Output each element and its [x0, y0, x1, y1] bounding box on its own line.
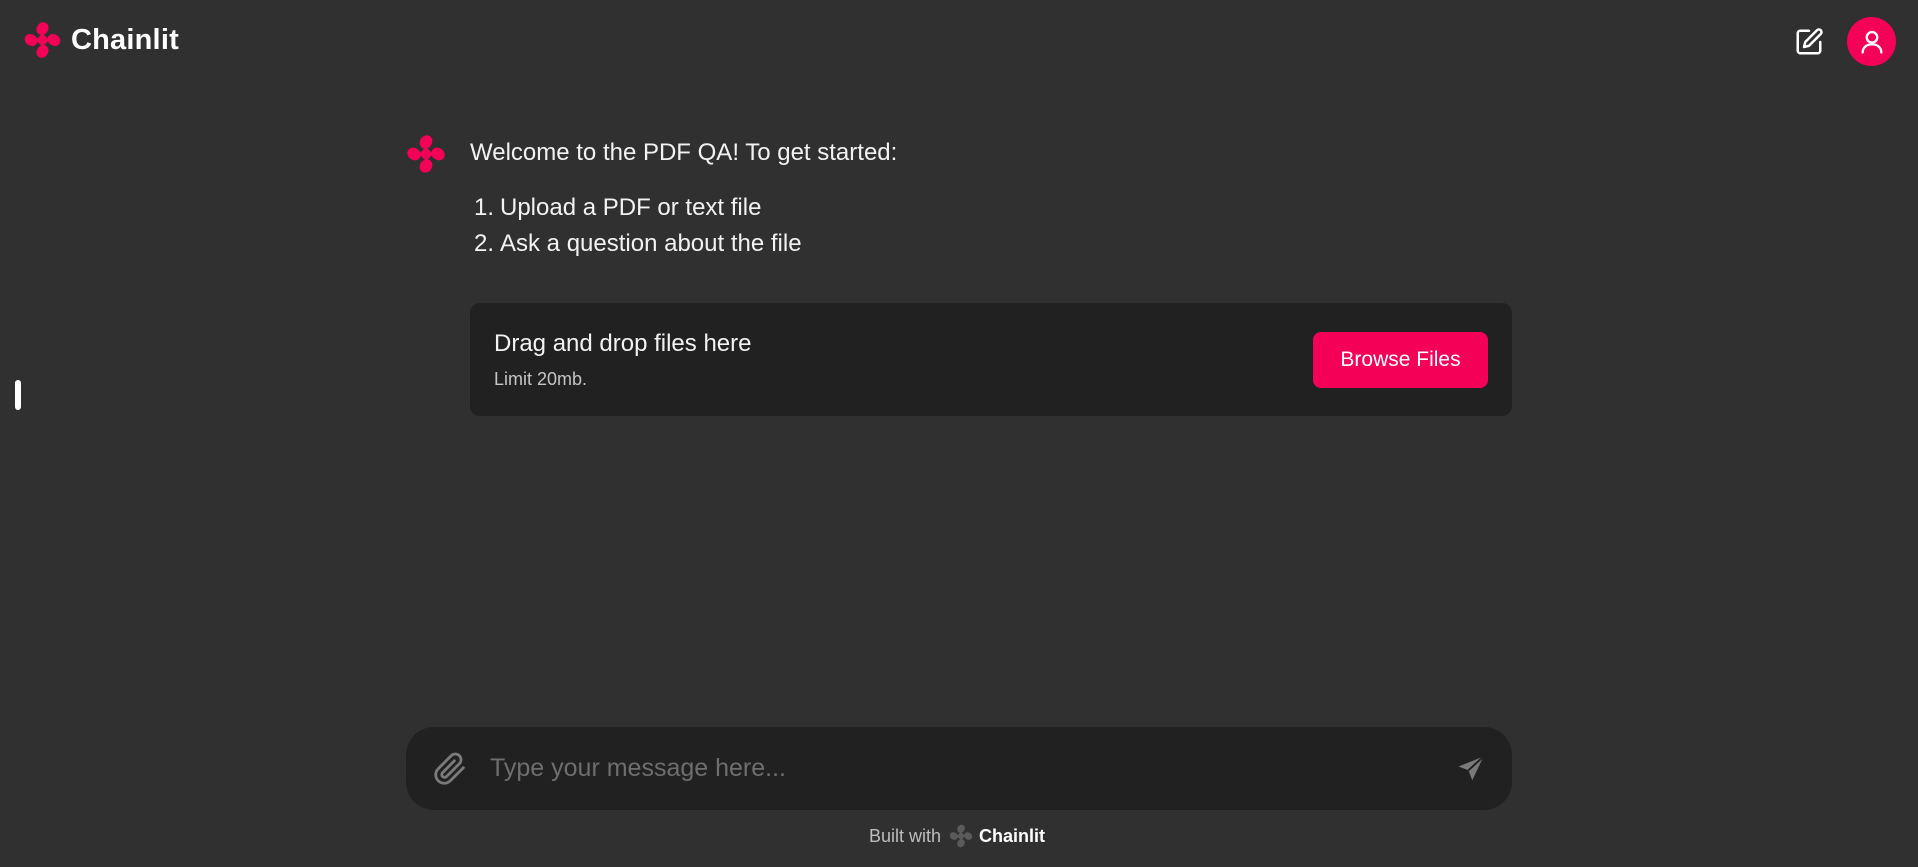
send-button[interactable]: [1452, 750, 1490, 788]
list-item-number: 1.: [473, 194, 494, 221]
list-item-number: 2.: [473, 230, 494, 257]
built-with-text: Built with: [869, 825, 942, 846]
paperclip-icon: [434, 752, 465, 785]
list-item-text: Ask a question about the file: [500, 230, 802, 257]
brand: Chainlit: [23, 21, 179, 59]
new-chat-button[interactable]: [1792, 25, 1826, 59]
user-icon: [1861, 30, 1882, 54]
dropzone-limit: Limit 20mb.: [494, 369, 588, 389]
list-item-text: Upload a PDF or text file: [500, 194, 762, 221]
chat-app: Chainlit Welcome to the PDF QA! To get s…: [0, 0, 1918, 867]
list-item: 2. Ask a question about the file: [474, 226, 1512, 262]
message-title: Welcome to the PDF QA! To get started:: [470, 139, 898, 166]
edit-icon: [1796, 28, 1823, 55]
chainlit-logo-icon: [949, 824, 973, 848]
message-input[interactable]: [490, 745, 1430, 791]
message-content: Welcome to the PDF QA! To get started: 1…: [470, 138, 1512, 262]
chainlit-logo-icon: [24, 22, 61, 58]
steps-list: 1. Upload a PDF or text file 2. Ask a qu…: [470, 190, 1512, 262]
header: Chainlit: [0, 0, 1918, 80]
brand-name: Chainlit: [71, 23, 179, 56]
footer-brand[interactable]: Chainlit: [979, 826, 1045, 847]
chainlit-logo-icon: [407, 135, 445, 173]
footer: Built with Chainlit: [869, 824, 1045, 848]
file-dropzone[interactable]: Drag and drop files here Limit 20mb. Bro…: [470, 303, 1512, 416]
message-composer: [406, 727, 1512, 810]
dropzone-title: Drag and drop files here: [494, 330, 752, 357]
sidebar-toggle-handle[interactable]: [15, 380, 21, 410]
attach-file-button[interactable]: [430, 749, 470, 789]
browse-files-button[interactable]: Browse Files: [1313, 332, 1488, 388]
list-item: 1. Upload a PDF or text file: [474, 190, 1512, 226]
user-avatar-button[interactable]: [1847, 17, 1896, 66]
send-icon: [1458, 755, 1485, 781]
